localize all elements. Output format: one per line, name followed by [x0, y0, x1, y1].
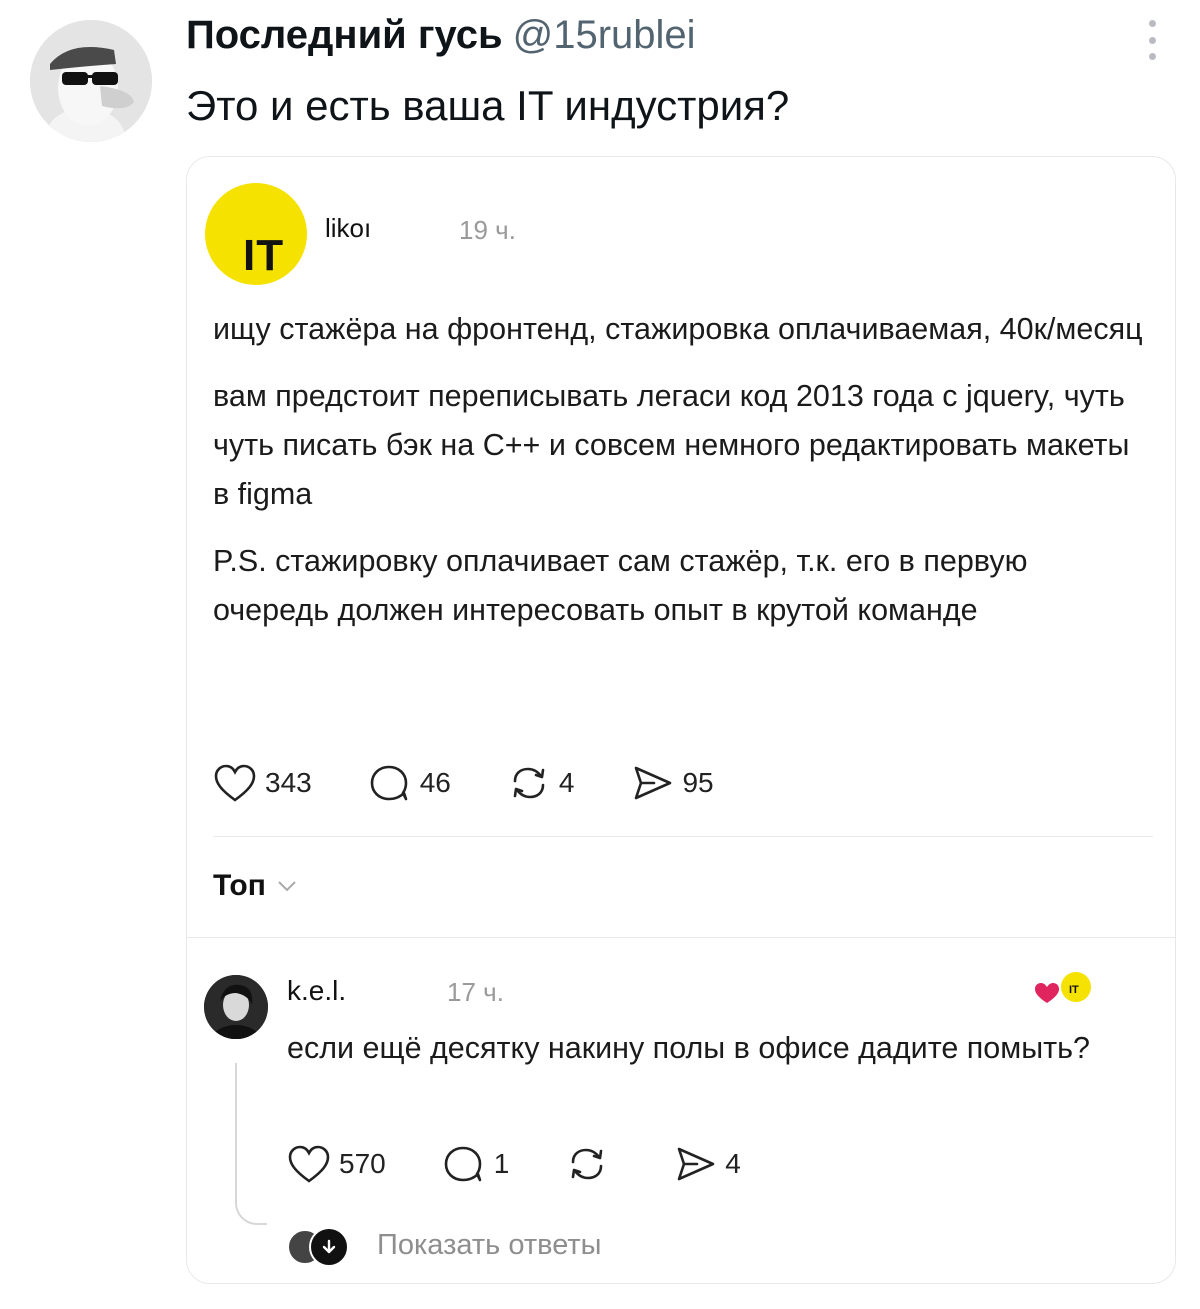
- comment-button[interactable]: 46: [368, 763, 451, 803]
- more-options-icon[interactable]: [1140, 20, 1164, 60]
- reply-comment-button[interactable]: 1: [442, 1144, 510, 1184]
- it-avatar-label: IT: [243, 231, 285, 280]
- repost-button[interactable]: 4: [507, 763, 575, 803]
- share-send-icon: [635, 766, 672, 800]
- reply-share-count: 4: [725, 1148, 741, 1179]
- reply-avatar[interactable]: [204, 975, 268, 1039]
- author-line: Последний гусь @15rublei: [186, 6, 1146, 64]
- tweet-header: Последний гусь @15rublei Это и есть ваша …: [186, 6, 1146, 136]
- embedded-post-card: IT likoı 19 ч. ищу стажёра на фронтенд, …: [186, 156, 1176, 1284]
- post-time: 19 ч.: [459, 215, 516, 245]
- reply-username[interactable]: k.e.l.: [287, 975, 346, 1007]
- share-count: 95: [682, 767, 714, 798]
- reply-avatar-image: [204, 975, 268, 1039]
- thread-connector: [235, 1063, 267, 1225]
- reply-time: 17 ч.: [447, 977, 504, 1007]
- reply-like-count: 570: [339, 1148, 386, 1179]
- post-paragraph: вам предстоит переписывать легаси код 20…: [213, 379, 1130, 511]
- reply-share-button[interactable]: 4: [673, 1144, 741, 1184]
- it-avatar[interactable]: IT: [205, 183, 307, 285]
- repost-icon: [513, 767, 545, 799]
- author-liked-label: IT: [1069, 984, 1079, 996]
- author-name[interactable]: Последний гусь: [186, 13, 503, 57]
- sort-label: Топ: [213, 869, 266, 902]
- post-username[interactable]: likoı: [325, 213, 371, 244]
- goose-avatar-image: [30, 20, 152, 142]
- reply-avatars-stack: [287, 1227, 355, 1267]
- author-liked-badge: IT: [1033, 969, 1093, 1009]
- reply-like-button[interactable]: 570: [287, 1144, 386, 1184]
- divider: [213, 836, 1153, 837]
- reply-stats: 570 1 4: [287, 1139, 797, 1189]
- show-replies-label: Показать ответы: [377, 1228, 602, 1261]
- post-paragraph: P.S. стажировку оплачивает сам стажёр, т…: [213, 544, 1028, 627]
- post-body: ищу стажёра на фронтенд, стажировка опла…: [213, 305, 1143, 653]
- author-liked-heart-icon: IT: [1035, 972, 1091, 1003]
- comment-count: 46: [419, 767, 451, 798]
- chevron-down-icon: [278, 881, 296, 892]
- share-button[interactable]: 95: [630, 763, 714, 803]
- share-send-icon: [677, 1147, 715, 1181]
- post-paragraph: ищу стажёра на фронтенд, стажировка опла…: [213, 312, 1143, 346]
- heart-icon: [214, 764, 256, 802]
- comment-bubble-icon: [370, 765, 408, 801]
- divider: [187, 937, 1175, 938]
- like-button[interactable]: 343: [213, 763, 312, 803]
- reply-text: если ещё десятку накину полы в офисе дад…: [287, 1031, 1090, 1065]
- repost-icon: [571, 1148, 603, 1180]
- mini-avatar: [309, 1227, 349, 1267]
- author-handle[interactable]: @15rublei: [513, 13, 696, 57]
- reply-repost-button[interactable]: [565, 1144, 617, 1184]
- show-replies-button[interactable]: Показать ответы: [287, 1227, 602, 1267]
- reply-comment-count: 1: [493, 1148, 510, 1179]
- post-stats: 343 46 4 95: [213, 757, 770, 809]
- tweet-text: Это и есть ваша IT индустрия?: [186, 82, 790, 129]
- repost-count: 4: [558, 767, 575, 798]
- arrow-down-icon: [322, 1239, 336, 1254]
- comment-bubble-icon: [444, 1146, 482, 1182]
- like-count: 343: [265, 767, 312, 798]
- heart-icon: [288, 1145, 330, 1183]
- sort-dropdown[interactable]: Топ: [213, 869, 298, 903]
- author-avatar[interactable]: [30, 20, 152, 142]
